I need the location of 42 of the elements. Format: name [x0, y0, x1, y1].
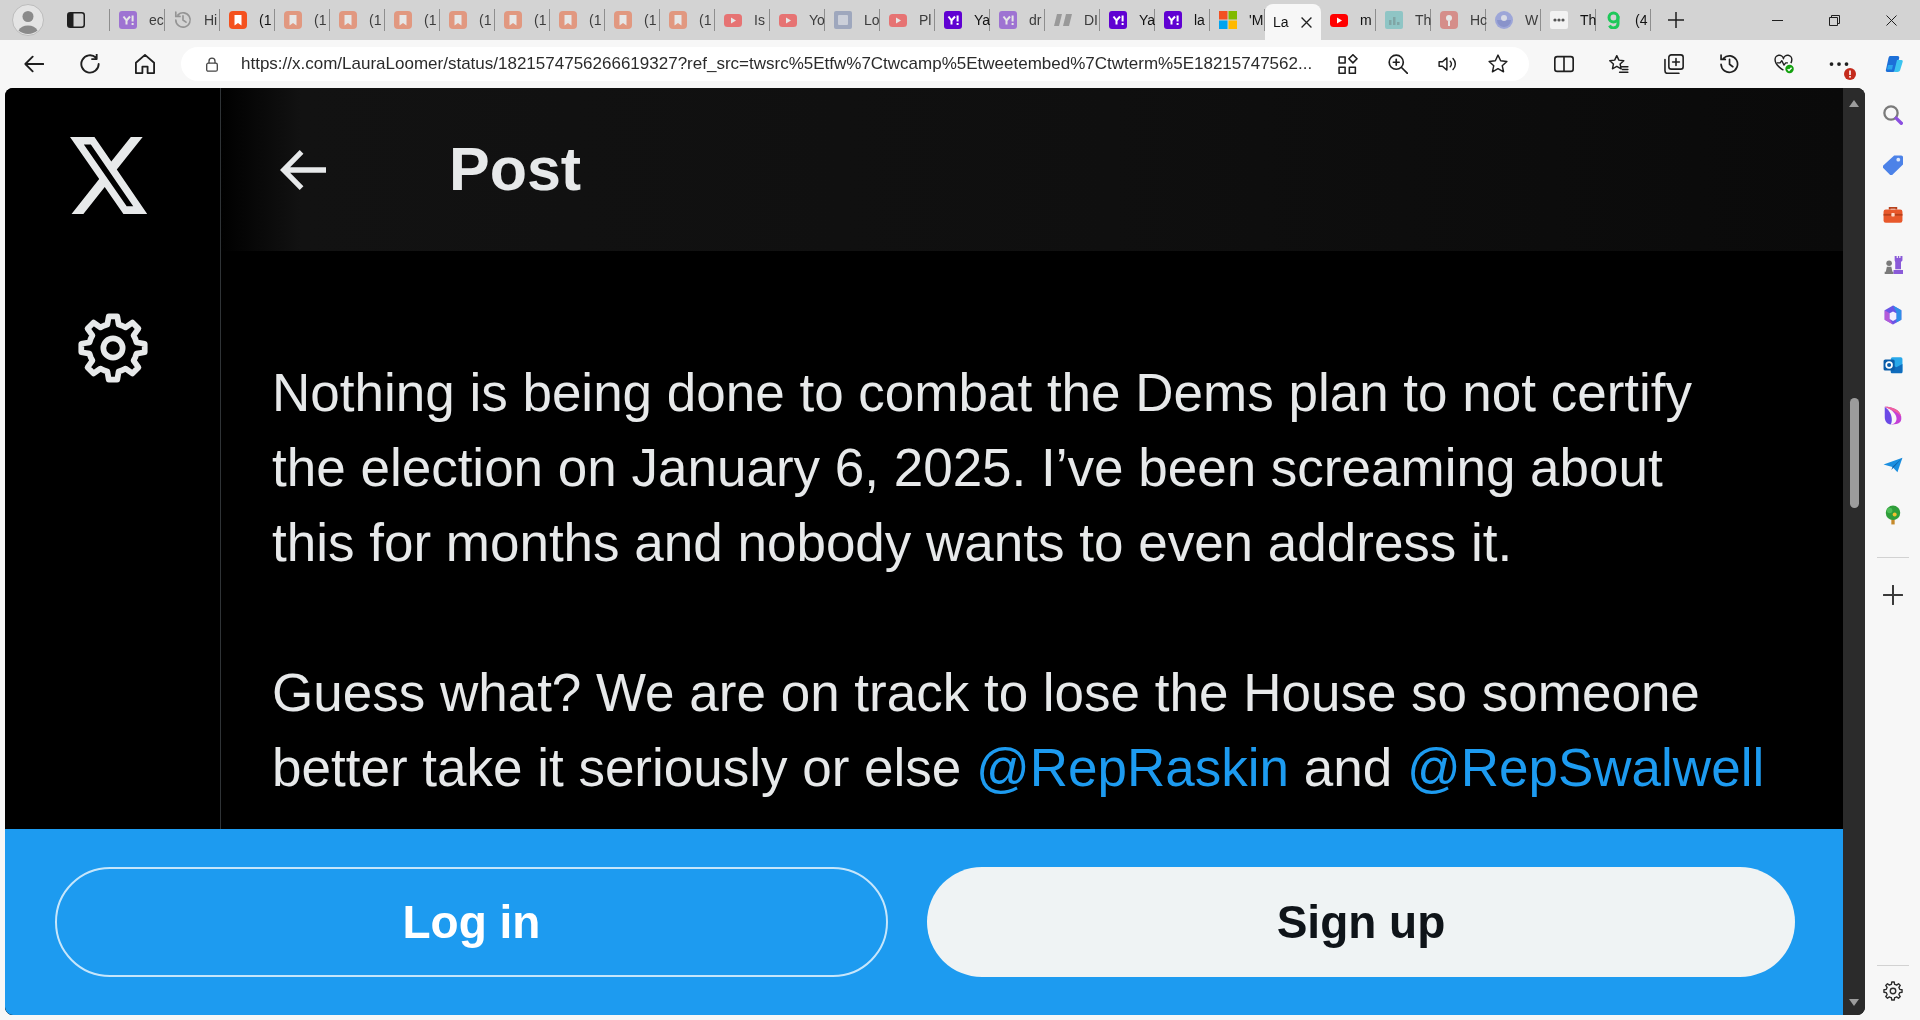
lock-icon[interactable] [205, 56, 219, 72]
hexagon-logo-icon[interactable] [1882, 305, 1903, 325]
collections-icon[interactable] [1664, 54, 1684, 74]
search-icon[interactable] [1882, 105, 1903, 125]
back-arrow-icon[interactable] [24, 54, 44, 74]
star-icon[interactable] [1488, 54, 1508, 74]
split-screen-icon[interactable] [1554, 54, 1574, 74]
add-icon[interactable] [1882, 585, 1903, 605]
scrollbar-thumb[interactable] [1849, 398, 1859, 508]
browser-tab[interactable]: La [1265, 4, 1321, 40]
mention-link[interactable]: @RepSwalwell [1406, 738, 1765, 797]
back-arrow-icon[interactable] [280, 149, 326, 190]
page-title: Post [449, 139, 582, 200]
apps-icon[interactable] [1338, 54, 1358, 74]
signup-button[interactable]: Sign up [927, 867, 1795, 977]
refresh-icon[interactable] [80, 54, 100, 74]
restore-icon[interactable] [1829, 14, 1840, 26]
scroll-down-arrow-icon[interactable] [1849, 999, 1859, 1006]
post-text: Nothing is being done to combat the Dems plan to not certify the election on January 6, 2025. I’ve been screaming about this for months and nobody wants to even address it. [272, 362, 1694, 574]
tag-icon[interactable] [1882, 155, 1903, 175]
paper-plane-icon[interactable] [1882, 455, 1903, 475]
close-icon[interactable] [1886, 14, 1897, 26]
home-icon[interactable] [135, 54, 155, 74]
post-text: Guess what? We are on track to lose the House so someone better take it seriously or else @RepRaskin and @RepSwalwell [272, 662, 1766, 799]
ring-tile-logo-icon[interactable] [1882, 355, 1903, 375]
slanted-tiles-logo-icon[interactable] [1884, 54, 1904, 74]
mention-link[interactable]: @RepRaskin [976, 738, 1290, 797]
new-tab-icon[interactable] [1667, 11, 1685, 29]
close-icon[interactable] [1301, 16, 1312, 28]
profile-avatar-icon[interactable] [12, 4, 44, 36]
toolbox-icon[interactable] [1882, 205, 1903, 225]
zoom-in-icon[interactable] [1388, 54, 1408, 74]
tab-actions-icon[interactable] [67, 12, 85, 28]
address-field[interactable]: https://x.com/LauraLoomer/status/1821574756266619327?ref_src=twsrc%5Etfw%7Ctwcamp%5Etweetembed%7Ctwterm%5E18215747562... [181, 47, 1529, 81]
heart-icon[interactable] [1774, 54, 1794, 74]
scroll-up-arrow-icon[interactable] [1849, 100, 1859, 107]
speaker-icon[interactable] [1438, 54, 1458, 74]
petal-logo-icon[interactable] [1882, 405, 1903, 425]
favorites-icon[interactable] [1609, 54, 1629, 74]
settings-icon[interactable] [1882, 981, 1903, 1001]
chess-pieces-icon[interactable] [1882, 255, 1903, 275]
history-icon[interactable] [1719, 54, 1739, 74]
